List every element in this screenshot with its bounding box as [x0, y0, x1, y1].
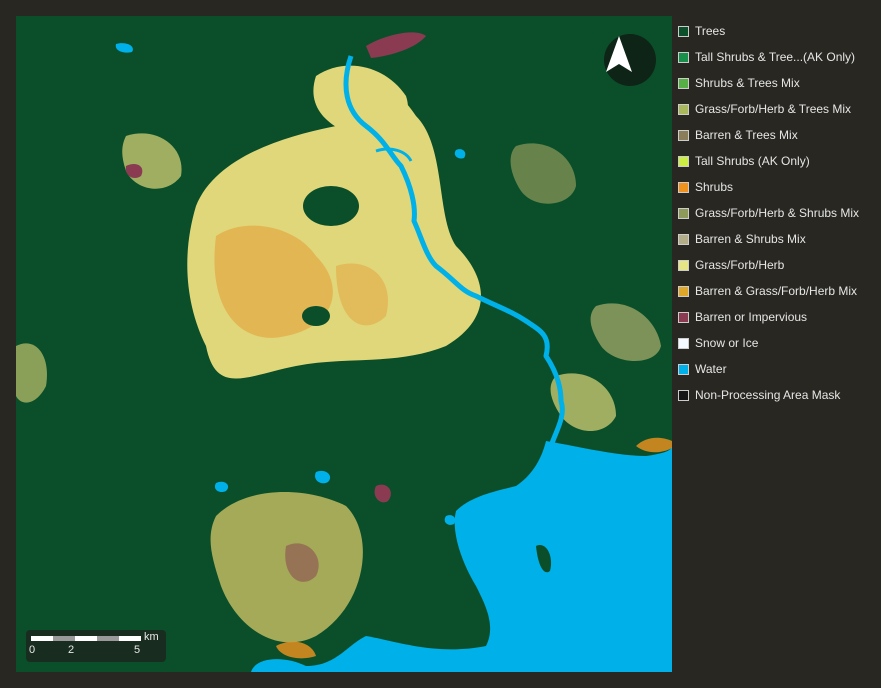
legend-swatch — [678, 389, 689, 401]
lake-small-2 — [315, 470, 331, 484]
legend-swatch — [678, 103, 689, 115]
legend-swatch — [678, 363, 689, 375]
lake-small-3 — [454, 149, 466, 159]
legend-swatch — [678, 155, 689, 167]
map-canvas — [16, 32, 672, 672]
legend-item-barren-shrubs-mix[interactable]: Barren & Shrubs Mix — [678, 226, 878, 252]
legend-label: Grass/Forb/Herb — [695, 258, 785, 272]
scale-label-2: 2 — [68, 644, 75, 656]
legend-item-barren-grass-mix[interactable]: Barren & Grass/Forb/Herb Mix — [678, 278, 878, 304]
west-grass-patch — [122, 133, 182, 189]
south-grass-region — [210, 492, 363, 643]
legend-swatch — [678, 259, 689, 271]
legend-label: Tall Shrubs & Tree...(AK Only) — [695, 50, 856, 64]
barren-patch-south — [374, 484, 391, 503]
legend-item-shrubs[interactable]: Shrubs — [678, 174, 878, 200]
legend-item-tall-shrubs-trees[interactable]: Tall Shrubs & Tree...(AK Only) — [678, 44, 878, 70]
legend-item-barren-trees-mix[interactable]: Barren & Trees Mix — [678, 122, 878, 148]
legend-item-grass[interactable]: Grass/Forb/Herb — [678, 252, 878, 278]
legend-label: Tall Shrubs (AK Only) — [695, 154, 810, 168]
legend-label: Snow or Ice — [695, 336, 759, 350]
legend-item-tall-shrubs[interactable]: Tall Shrubs (AK Only) — [678, 148, 878, 174]
lake-small-1 — [214, 481, 229, 493]
legend-swatch — [678, 233, 689, 245]
legend-swatch — [678, 311, 689, 323]
north-arrow-icon — [606, 36, 632, 72]
legend-item-water[interactable]: Water — [678, 356, 878, 382]
tree-island-2 — [302, 306, 330, 326]
legend-swatch — [678, 285, 689, 297]
legend-swatch — [678, 129, 689, 141]
legend-label: Grass/Forb/Herb & Shrubs Mix — [695, 206, 860, 220]
legend-label: Grass/Forb/Herb & Trees Mix — [695, 102, 852, 116]
legend-item-grass-shrubs-mix[interactable]: Grass/Forb/Herb & Shrubs Mix — [678, 200, 878, 226]
legend-swatch — [678, 77, 689, 89]
legend-label: Shrubs — [695, 180, 734, 194]
legend-label: Non-Processing Area Mask — [695, 388, 841, 402]
legend-swatch — [678, 207, 689, 219]
legend-item-trees[interactable]: Trees — [678, 18, 878, 44]
legend-item-grass-trees-mix[interactable]: Grass/Forb/Herb & Trees Mix — [678, 96, 878, 122]
east-grass-region-2 — [590, 303, 661, 361]
legend-swatch — [678, 51, 689, 63]
legend-item-barren[interactable]: Barren or Impervious — [678, 304, 878, 330]
lake-small-4 — [444, 515, 456, 525]
scale-bar-segments — [31, 636, 141, 641]
scale-label-5: 5 — [134, 644, 141, 656]
legend-swatch — [678, 337, 689, 349]
lake-north-west — [115, 43, 133, 53]
legend-label: Barren or Impervious — [695, 310, 808, 324]
legend-label: Shrubs & Trees Mix — [695, 76, 800, 90]
south-shrub-patch — [276, 641, 316, 659]
west-grass-patch-2 — [16, 343, 47, 403]
legend-item-snow-ice[interactable]: Snow or Ice — [678, 330, 878, 356]
land-cover-map[interactable]: km 0 2 5 — [16, 16, 672, 672]
legend-label: Trees — [695, 24, 726, 38]
barren-patch-north — [366, 32, 426, 58]
legend-label: Barren & Shrubs Mix — [695, 232, 806, 246]
east-grass-region — [510, 143, 576, 204]
legend-label: Barren & Trees Mix — [695, 128, 798, 142]
legend-swatch — [678, 181, 689, 193]
scale-bar: km 0 2 5 — [26, 630, 166, 662]
legend-label: Water — [695, 362, 727, 376]
legend-label: Barren & Grass/Forb/Herb Mix — [695, 284, 858, 298]
north-arrow — [604, 34, 656, 86]
coast-shrub-strip — [636, 437, 672, 453]
legend-item-shrubs-trees-mix[interactable]: Shrubs & Trees Mix — [678, 70, 878, 96]
barren-patch-west — [125, 164, 143, 178]
legend: Trees Tall Shrubs & Tree...(AK Only) Shr… — [678, 18, 878, 408]
scale-unit: km — [144, 631, 159, 643]
north-grass-region — [313, 65, 408, 139]
tree-island — [303, 186, 359, 226]
scale-label-0: 0 — [29, 644, 36, 656]
legend-swatch — [678, 25, 689, 37]
legend-item-non-processing-mask[interactable]: Non-Processing Area Mask — [678, 382, 878, 408]
